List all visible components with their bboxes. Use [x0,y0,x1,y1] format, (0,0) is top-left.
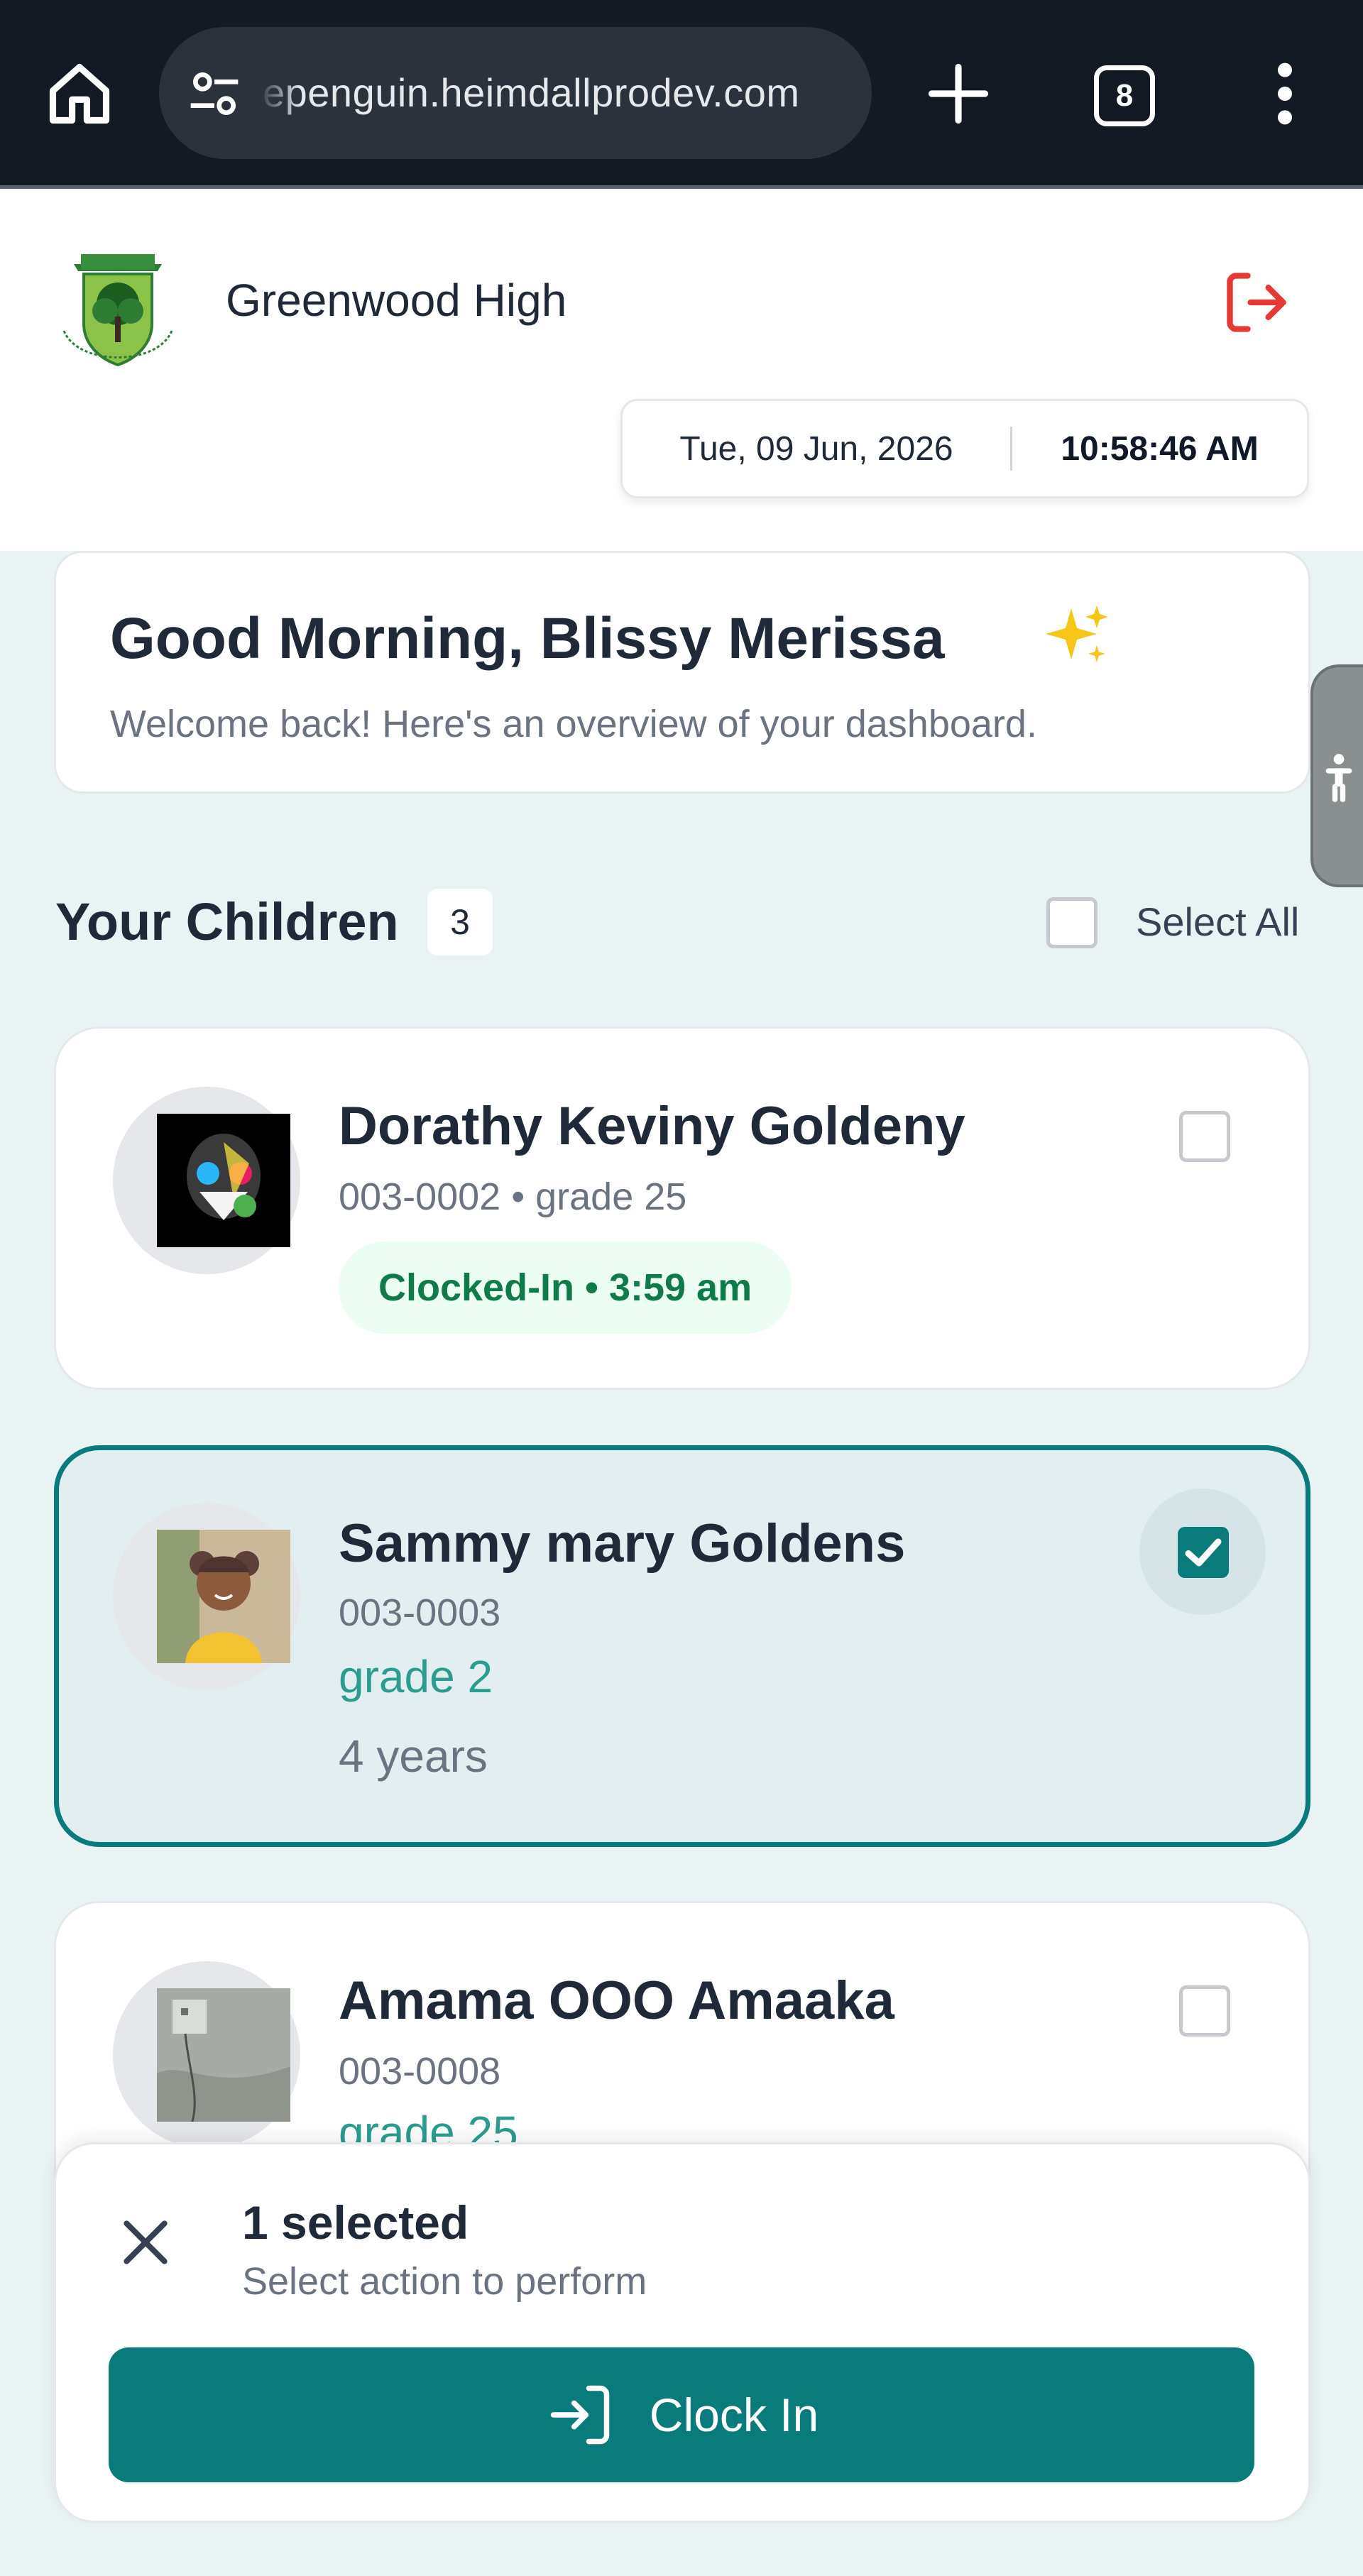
selected-count: 1 selected [242,2196,469,2249]
clocked-in-badge: Clocked-In • 3:59 am [339,1242,792,1334]
select-all-label[interactable]: Select All [1136,899,1299,945]
school-logo [62,254,173,367]
url-text: epenguin.heimdallprodev.com [263,70,800,115]
accessibility-icon [1325,754,1352,802]
accessibility-button[interactable] [1310,664,1363,887]
child-card[interactable]: Dorathy Keviny Goldeny 003-0002 • grade … [54,1026,1310,1390]
avatar [113,1503,300,1690]
site-settings-icon[interactable] [186,65,243,122]
child-checkbox[interactable] [1179,1111,1230,1162]
close-icon[interactable] [117,2214,174,2271]
child-meta: 003-0002 • grade 25 [339,1175,687,1218]
child-grade: grade 2 [339,1651,493,1702]
children-section-title: Your Children [55,892,399,951]
child-name: Dorathy Keviny Goldeny [339,1096,965,1156]
clock-in-button[interactable]: Clock In [109,2347,1254,2482]
selected-subtitle: Select action to perform [242,2260,647,2303]
child-name: Sammy mary Goldens [339,1513,906,1574]
selection-action-sheet: 1 selected Select action to perform Cloc… [54,2142,1310,2523]
login-arrow-icon [550,2385,610,2445]
child-meta: 003-0008 [339,2050,501,2093]
avatar [113,1087,300,1274]
greeting-card: Good Morning, Blissy Merissa Welcome bac… [54,551,1310,794]
child-photo [157,1530,290,1663]
current-date: Tue, 09 Jun, 2026 [679,429,953,468]
current-time: 10:58:46 AM [1061,429,1259,468]
child-checkbox[interactable] [1178,1527,1229,1578]
app-header: Greenwood High Tue, 09 Jun, 2026 10:58:4… [0,189,1363,551]
greeting-subtitle: Welcome back! Here's an overview of your… [110,703,1037,745]
new-tab-plus-icon[interactable] [923,58,994,129]
avatar [113,1961,300,2149]
logout-icon[interactable] [1221,267,1292,338]
select-all-checkbox[interactable] [1046,897,1097,948]
url-fade [258,27,301,159]
children-count-badge: 3 [427,889,493,955]
child-age: 4 years [339,1731,488,1782]
child-card[interactable]: Sammy mary Goldens 003-0003 grade 2 4 ye… [54,1445,1310,1847]
browser-toolbar: epenguin.heimdallprodev.com 8 [0,0,1363,189]
child-name: Amama OOO Amaaka [339,1971,894,2031]
child-photo [157,1114,290,1247]
clock-in-label: Clock In [649,2389,819,2441]
greeting-title: Good Morning, Blissy Merissa [110,606,945,671]
date-time-display: Tue, 09 Jun, 2026 10:58:46 AM [620,399,1309,498]
sparkles-icon [1046,605,1108,662]
school-name: Greenwood High [226,275,567,326]
more-menu-icon[interactable] [1264,58,1306,129]
child-photo [157,1988,290,2122]
child-meta: 003-0003 [339,1591,501,1634]
address-bar[interactable]: epenguin.heimdallprodev.com [159,27,872,159]
tab-switcher-icon[interactable]: 8 [1094,65,1155,126]
home-icon[interactable] [44,58,115,129]
child-checkbox[interactable] [1179,1985,1230,2037]
check-icon [1185,1538,1222,1567]
